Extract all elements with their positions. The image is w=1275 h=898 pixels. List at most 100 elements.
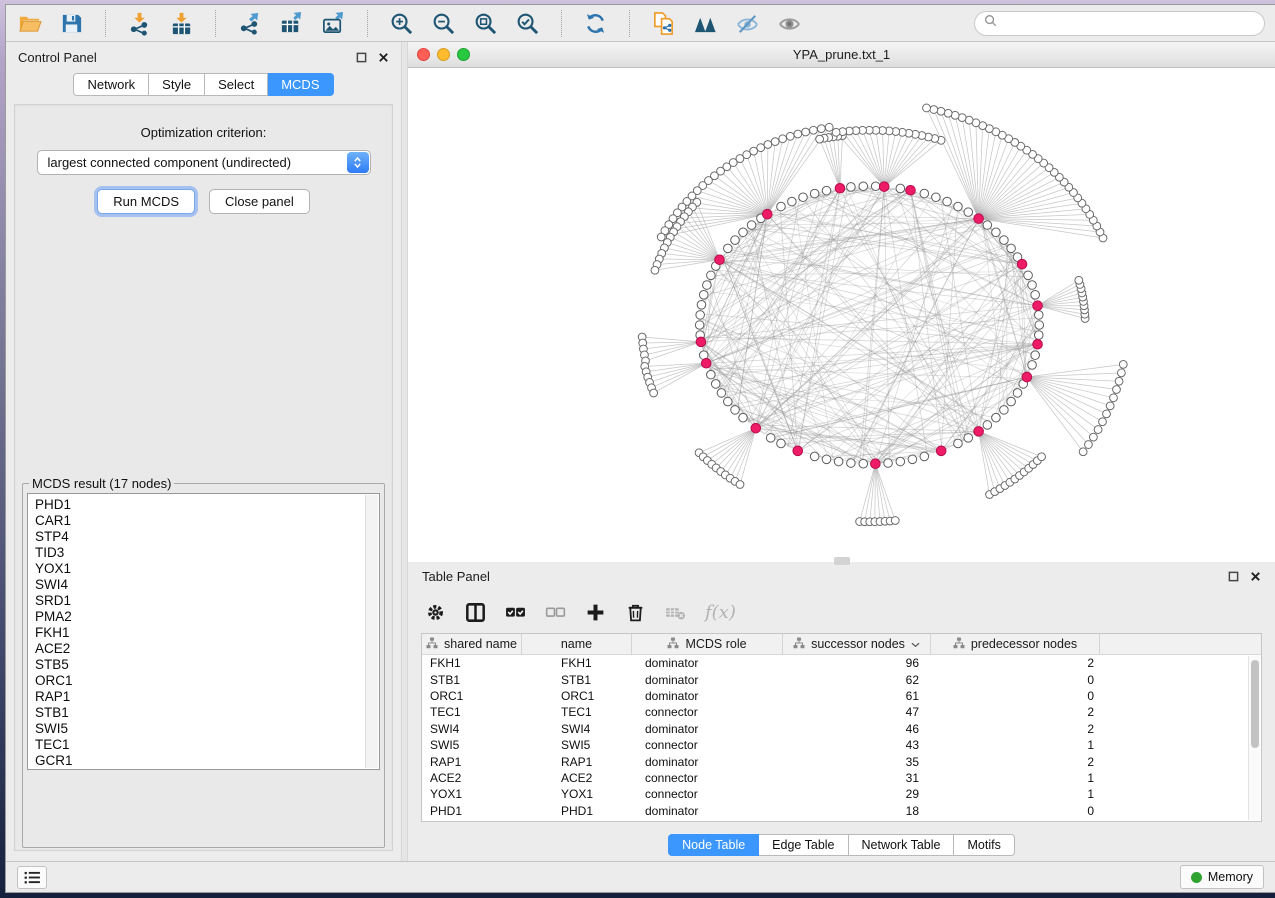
network-node[interactable] (1007, 397, 1016, 406)
zoom-in-icon[interactable] (388, 10, 415, 37)
select-all-icon[interactable] (505, 602, 526, 623)
network-leaf-node[interactable] (1090, 433, 1098, 441)
mcds-result-item[interactable]: CAR1 (35, 513, 363, 529)
network-node[interactable] (896, 457, 905, 466)
network-node[interactable] (920, 189, 929, 198)
mcds-hub-node[interactable] (715, 255, 725, 265)
network-node[interactable] (954, 202, 963, 211)
mcds-result-item[interactable]: ORC1 (35, 673, 363, 689)
table-cell[interactable]: 2 (931, 705, 1100, 719)
mcds-result-item[interactable]: YOX1 (35, 561, 363, 577)
run-mcds-button[interactable]: Run MCDS (97, 189, 195, 214)
mcds-result-item[interactable]: STB5 (35, 657, 363, 673)
zoom-out-icon[interactable] (430, 10, 457, 37)
network-node[interactable] (920, 452, 929, 461)
network-node[interactable] (1031, 291, 1040, 300)
table-scrollbar-thumb[interactable] (1251, 660, 1259, 748)
network-node[interactable] (731, 236, 740, 245)
network-node[interactable] (1028, 361, 1037, 370)
table-row[interactable]: YOX1YOX1connector291 (422, 786, 1261, 802)
network-leaf-node[interactable] (891, 517, 899, 525)
table-cell[interactable]: 1 (931, 738, 1100, 752)
network-node[interactable] (747, 221, 756, 230)
network-leaf-node[interactable] (651, 266, 659, 274)
network-leaf-node[interactable] (757, 144, 765, 152)
network-node[interactable] (847, 183, 856, 192)
network-leaf-node[interactable] (764, 141, 772, 149)
delete-column-icon[interactable] (625, 602, 646, 623)
zoom-fit-icon[interactable] (472, 10, 499, 37)
network-node[interactable] (724, 397, 733, 406)
table-cell[interactable]: ORC1 (422, 689, 522, 703)
network-node[interactable] (884, 459, 893, 468)
export-table-icon[interactable] (278, 10, 305, 37)
table-cell[interactable]: SWI5 (522, 738, 632, 752)
network-node[interactable] (1035, 321, 1044, 330)
horizontal-splitter-handle[interactable] (834, 557, 850, 565)
export-image-icon[interactable] (320, 10, 347, 37)
table-cell[interactable]: 2 (931, 755, 1100, 769)
mcds-result-item[interactable]: SWI5 (35, 721, 363, 737)
copy-network-icon[interactable] (650, 10, 677, 37)
network-node[interactable] (739, 228, 748, 237)
table-cell[interactable]: 96 (783, 656, 931, 670)
network-node[interactable] (777, 439, 786, 448)
mcds-result-item[interactable]: SRD1 (35, 593, 363, 609)
network-leaf-node[interactable] (923, 104, 931, 112)
network-leaf-node[interactable] (930, 106, 938, 114)
network-leaf-node[interactable] (802, 128, 810, 136)
table-cell[interactable]: connector (632, 738, 783, 752)
network-node[interactable] (1000, 236, 1009, 245)
table-cell[interactable]: dominator (632, 673, 783, 687)
network-node[interactable] (943, 197, 952, 206)
table-cell[interactable]: 2 (931, 722, 1100, 736)
table-cell[interactable]: 43 (783, 738, 931, 752)
network-node[interactable] (695, 321, 704, 330)
import-network-icon[interactable] (126, 10, 153, 37)
network-leaf-node[interactable] (786, 132, 794, 140)
network-leaf-node[interactable] (1117, 369, 1125, 377)
refresh-icon[interactable] (582, 10, 609, 37)
table-cell[interactable]: PHD1 (422, 804, 522, 818)
network-leaf-node[interactable] (1038, 453, 1046, 461)
table-cell[interactable]: ACE2 (522, 771, 632, 785)
network-node[interactable] (822, 186, 831, 195)
network-node[interactable] (724, 244, 733, 253)
table-row[interactable]: ACE2ACE2connector311 (422, 770, 1261, 786)
network-node[interactable] (964, 208, 973, 217)
float-table-panel-icon[interactable] (1228, 571, 1239, 582)
table-cell[interactable]: 0 (931, 804, 1100, 818)
network-leaf-node[interactable] (1085, 441, 1093, 449)
table-cell[interactable]: 1 (931, 771, 1100, 785)
open-icon[interactable] (16, 10, 43, 37)
mcds-result-item[interactable]: SWI4 (35, 577, 363, 593)
tab-edge-table[interactable]: Edge Table (759, 834, 848, 856)
network-node[interactable] (859, 182, 868, 191)
table-cell[interactable]: RAP1 (522, 755, 632, 769)
network-leaf-node[interactable] (1075, 276, 1083, 284)
table-cell[interactable]: 1 (931, 787, 1100, 801)
network-node[interactable] (707, 271, 716, 280)
window-maximize-icon[interactable] (457, 48, 470, 61)
column-header-shared-name[interactable]: shared name (422, 634, 522, 654)
network-leaf-node[interactable] (779, 135, 787, 143)
table-cell[interactable]: dominator (632, 656, 783, 670)
table-cell[interactable]: dominator (632, 804, 783, 818)
table-cell[interactable]: 0 (931, 689, 1100, 703)
table-cell[interactable]: connector (632, 705, 783, 719)
table-row[interactable]: SWI5SWI5connector431 (422, 737, 1261, 753)
mcds-hub-node[interactable] (751, 423, 761, 433)
network-node[interactable] (788, 197, 797, 206)
table-row[interactable]: RAP1RAP1dominator352 (422, 753, 1261, 769)
mcds-result-item[interactable]: STB1 (35, 705, 363, 721)
network-leaf-node[interactable] (825, 123, 833, 131)
table-cell[interactable]: STB1 (422, 673, 522, 687)
network-leaf-node[interactable] (1106, 402, 1114, 410)
network-node[interactable] (696, 311, 705, 320)
table-row[interactable]: TEC1TEC1connector472 (422, 704, 1261, 720)
network-node[interactable] (983, 221, 992, 230)
save-icon[interactable] (58, 10, 85, 37)
mcds-hub-node[interactable] (936, 446, 946, 456)
mcds-hub-node[interactable] (906, 185, 916, 195)
import-table-icon[interactable] (168, 10, 195, 37)
